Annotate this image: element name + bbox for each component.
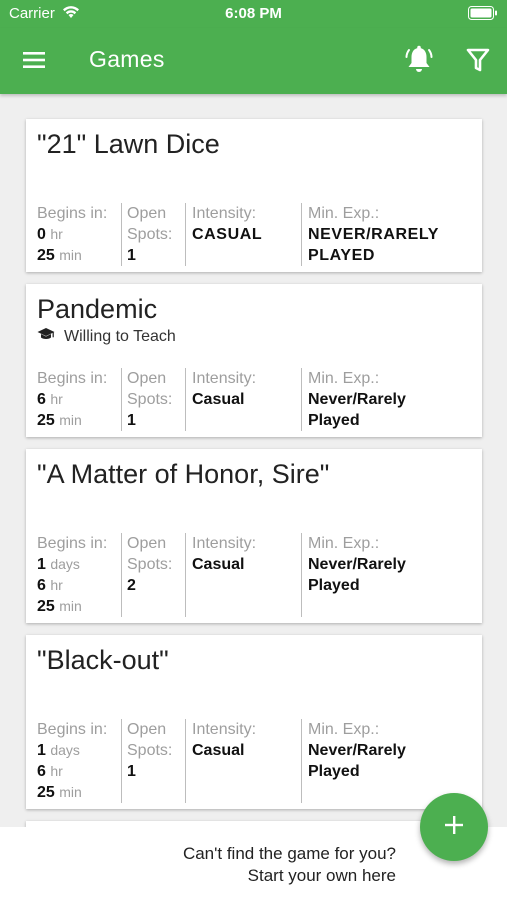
open-spots-column: Open Spots: 1 — [121, 368, 183, 431]
min-exp-label: Min. Exp.: — [308, 205, 380, 222]
open-spots-label: Open — [127, 535, 167, 552]
min-exp-label: Min. Exp.: — [308, 370, 380, 387]
open-spots-label: Open — [127, 721, 167, 738]
begins-column: Begins in: 1 days 6 hr 25 min — [37, 533, 119, 617]
open-spots-label-2: Spots: — [127, 556, 173, 573]
graduation-cap-icon — [37, 327, 64, 346]
game-card[interactable]: "A Matter of Honor, Sire" Begins in: 1 d… — [26, 449, 482, 623]
game-card[interactable]: Pandemic Willing to Teach Begins in: 6 h… — [26, 284, 482, 437]
open-spots-label-2: Spots: — [127, 391, 173, 408]
plus-icon — [443, 814, 465, 841]
intensity-column: Intensity: Casual — [185, 368, 299, 431]
game-info: Begins in: 1 days 6 hr 25 min Open Spots… — [37, 719, 477, 803]
game-title: "21" Lawn Dice — [37, 129, 220, 159]
battery-icon — [468, 6, 498, 20]
begins-minutes: 25 min — [37, 247, 82, 264]
begins-minutes: 25 min — [37, 598, 82, 615]
min-exp-label: Min. Exp.: — [308, 721, 380, 738]
game-info: Begins in: 6 hr 25 min Open Spots: 1 Int… — [37, 368, 477, 431]
willing-to-teach-label: Willing to Teach — [64, 327, 176, 345]
begins-label: Begins in: — [37, 205, 108, 222]
begins-label: Begins in: — [37, 370, 108, 387]
app-bar: Games — [0, 28, 507, 94]
begins-column: Begins in: 1 days 6 hr 25 min — [37, 719, 119, 803]
game-card[interactable]: "21" Lawn Dice Begins in: 0 hr 25 min Op… — [26, 119, 482, 272]
game-title: "A Matter of Honor, Sire" — [37, 459, 330, 489]
begins-column: Begins in: 0 hr 25 min — [37, 203, 119, 266]
begins-label: Begins in: — [37, 535, 108, 552]
intensity-label: Intensity: — [192, 205, 257, 222]
min-exp-value-line2: Played — [308, 763, 360, 780]
open-spots-value: 2 — [127, 577, 136, 594]
game-title: "Black-out" — [37, 645, 169, 675]
begins-days: 1 days — [37, 742, 80, 759]
begins-hours: 6 hr — [37, 391, 63, 408]
min-exp-value-line2: PLAYED — [308, 247, 376, 264]
begins-minutes: 25 min — [37, 412, 82, 429]
page-title: Games — [89, 46, 165, 72]
min-exp-value-line2: Played — [308, 577, 360, 594]
game-list: "21" Lawn Dice Begins in: 0 hr 25 min Op… — [0, 94, 507, 827]
willing-to-teach: Willing to Teach — [37, 327, 176, 346]
open-spots-column: Open Spots: 1 — [121, 719, 183, 803]
begins-hours: 6 hr — [37, 577, 63, 594]
game-card[interactable]: "Black-out" Begins in: 1 days 6 hr 25 mi… — [26, 635, 482, 809]
game-title: Pandemic — [37, 294, 158, 324]
filter-icon[interactable] — [465, 47, 491, 73]
begins-label: Begins in: — [37, 721, 108, 738]
open-spots-label-2: Spots: — [127, 226, 173, 243]
min-exp-value-line2: Played — [308, 412, 360, 429]
open-spots-value: 1 — [127, 247, 136, 264]
intensity-value: Casual — [192, 391, 245, 408]
min-exp-value-line1: Never/Rarely — [308, 742, 406, 759]
min-exp-column: Min. Exp.: Never/Rarely Played — [301, 533, 477, 617]
open-spots-label-2: Spots: — [127, 742, 173, 759]
begins-days: 1 days — [37, 556, 80, 573]
intensity-label: Intensity: — [192, 535, 257, 552]
game-info: Begins in: 0 hr 25 min Open Spots: 1 Int… — [37, 203, 477, 266]
min-exp-column: Min. Exp.: NEVER/RARELY PLAYED — [301, 203, 477, 266]
min-exp-value-line1: Never/Rarely — [308, 556, 406, 573]
hamburger-icon[interactable] — [22, 49, 48, 71]
add-game-button[interactable] — [420, 793, 488, 861]
intensity-column: Intensity: Casual — [185, 533, 299, 617]
intensity-label: Intensity: — [192, 721, 257, 738]
intensity-column: Intensity: CASUAL — [185, 203, 299, 266]
intensity-label: Intensity: — [192, 370, 257, 387]
begins-hours: 0 hr — [37, 226, 63, 243]
open-spots-value: 1 — [127, 763, 136, 780]
min-exp-label: Min. Exp.: — [308, 535, 380, 552]
min-exp-value-line1: Never/Rarely — [308, 391, 406, 408]
intensity-column: Intensity: Casual — [185, 719, 299, 803]
open-spots-column: Open Spots: 1 — [121, 203, 183, 266]
clock: 6:08 PM — [225, 5, 282, 22]
bell-icon[interactable] — [404, 44, 434, 76]
intensity-value: CASUAL — [192, 226, 263, 243]
begins-hours: 6 hr — [37, 763, 63, 780]
min-exp-column: Min. Exp.: Never/Rarely Played — [301, 368, 477, 431]
open-spots-label: Open — [127, 370, 167, 387]
prompt-line-2[interactable]: Start your own here — [248, 866, 396, 886]
begins-column: Begins in: 6 hr 25 min — [37, 368, 119, 431]
intensity-value: Casual — [192, 556, 245, 573]
min-exp-column: Min. Exp.: Never/Rarely Played — [301, 719, 477, 803]
begins-minutes: 25 min — [37, 784, 82, 801]
open-spots-column: Open Spots: 2 — [121, 533, 183, 617]
open-spots-label: Open — [127, 205, 167, 222]
intensity-value: Casual — [192, 742, 245, 759]
prompt-line-1: Can't find the game for you? — [182, 844, 396, 863]
min-exp-value-line1: NEVER/RARELY — [308, 226, 440, 243]
status-bar: Carrier 6:08 PM — [0, 0, 507, 28]
game-info: Begins in: 1 days 6 hr 25 min Open Spots… — [37, 533, 477, 617]
open-spots-value: 1 — [127, 412, 136, 429]
